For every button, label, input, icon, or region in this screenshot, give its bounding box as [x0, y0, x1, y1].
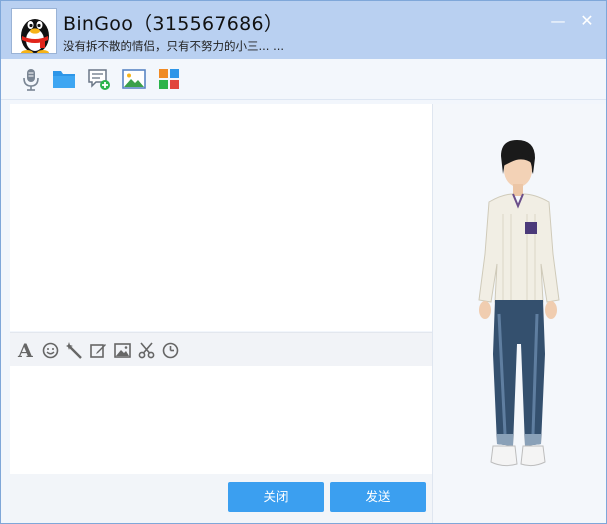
format-toolbar: A [10, 332, 432, 366]
penguin-avatar-icon [12, 9, 56, 53]
contact-signature: 没有拆不散的情侣，只有不努力的小三... ... [63, 39, 285, 53]
close-button[interactable]: 关闭 [228, 482, 324, 512]
image-icon[interactable] [114, 342, 131, 359]
picture-icon[interactable] [122, 67, 146, 91]
smiley-icon[interactable] [42, 342, 59, 359]
message-input[interactable] [10, 366, 432, 474]
contact-name: BinGoo（315567686） [63, 13, 284, 35]
scissors-icon[interactable] [138, 342, 155, 359]
font-icon[interactable]: A [18, 340, 35, 362]
action-bar: 关闭 发送 [10, 474, 432, 523]
message-history[interactable] [10, 104, 432, 331]
avatar-show-panel [433, 104, 606, 523]
send-button[interactable]: 发送 [330, 482, 426, 512]
magic-wand-icon[interactable] [66, 342, 83, 359]
title-bar[interactable]: BinGoo（315567686） 没有拆不散的情侣，只有不努力的小三... .… [1, 1, 606, 59]
avatar-figure-icon [478, 140, 560, 467]
apps-grid-icon[interactable] [157, 67, 181, 91]
folder-icon[interactable] [52, 67, 76, 91]
chat-add-icon[interactable] [87, 67, 111, 91]
close-window-button[interactable]: ✕ [579, 13, 595, 29]
edit-icon[interactable] [90, 342, 107, 359]
minimize-button[interactable]: — [550, 13, 566, 29]
avatar[interactable] [11, 8, 57, 54]
chat-toolbar [1, 59, 606, 100]
microphone-icon[interactable] [19, 67, 43, 91]
font-glyph: A [18, 340, 33, 362]
chat-window: BinGoo（315567686） 没有拆不散的情侣，只有不努力的小三... .… [0, 0, 607, 524]
clock-icon[interactable] [162, 342, 179, 359]
